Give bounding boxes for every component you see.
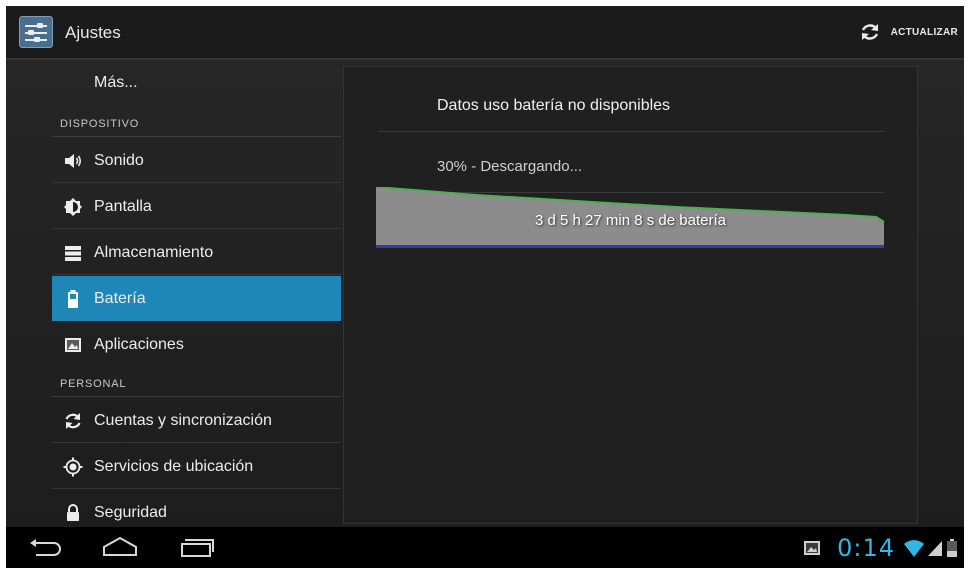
- recent-apps-button[interactable]: [176, 527, 236, 568]
- refresh-button[interactable]: ACTUALIZAR: [859, 18, 958, 46]
- battery-icon: [68, 290, 78, 308]
- system-navigation-bar: 0:14: [6, 527, 964, 568]
- sidebar-item-location[interactable]: Servicios de ubicación: [52, 444, 341, 489]
- section-header-device: DISPOSITIVO: [60, 118, 140, 130]
- sidebar-item-label: Cuentas y sincronización: [94, 412, 272, 429]
- volume-icon: [65, 154, 82, 168]
- settings-sliders-icon[interactable]: [19, 16, 53, 48]
- battery-usage-message: Datos uso batería no disponibles: [437, 97, 671, 114]
- refresh-label: ACTUALIZAR: [890, 26, 958, 38]
- signal-icon: [928, 540, 942, 556]
- status-area[interactable]: 0:14: [803, 527, 958, 568]
- battery-detail-panel: Datos uso batería no disponibles 30% - D…: [343, 66, 918, 524]
- recent-apps-icon: [181, 539, 214, 557]
- sidebar-item-label: Seguridad: [94, 504, 167, 521]
- section-divider: [52, 396, 341, 397]
- sidebar-item-sound[interactable]: Sonido: [52, 138, 341, 183]
- home-icon: [103, 536, 137, 556]
- settings-sidebar: Más... DISPOSITIVO Sonido Pantalla Almac…: [52, 60, 341, 527]
- screen: Ajustes ACTUALIZAR Más... DISPOSITIVO So…: [6, 6, 964, 568]
- clock: 0:14: [837, 533, 895, 562]
- wifi-icon: [904, 539, 924, 557]
- sidebar-item-label: Más...: [94, 74, 138, 91]
- battery-status[interactable]: 30% - Descargando...: [437, 158, 582, 175]
- sidebar-item-label: Pantalla: [94, 198, 152, 215]
- sidebar-item-label: Aplicaciones: [94, 336, 184, 353]
- battery-graph-label: 3 d 5 h 27 min 8 s de batería: [535, 212, 726, 229]
- sidebar-item-apps[interactable]: Aplicaciones: [52, 322, 341, 367]
- sidebar-item-display[interactable]: Pantalla: [52, 184, 341, 229]
- brightness-icon: [64, 198, 82, 216]
- refresh-icon: [861, 24, 878, 40]
- apps-icon: [65, 338, 81, 352]
- section-header-personal: PERSONAL: [60, 378, 127, 390]
- lock-icon: [67, 504, 79, 521]
- battery-status-icon: [947, 538, 957, 557]
- sidebar-item-accounts-sync[interactable]: Cuentas y sincronización: [52, 398, 341, 443]
- gallery-notification-icon: [804, 540, 821, 555]
- app-title: Ajustes: [65, 23, 121, 42]
- storage-icon: [65, 246, 81, 261]
- sidebar-item-label: Batería: [94, 290, 146, 307]
- sidebar-item-storage[interactable]: Almacenamiento: [52, 230, 341, 275]
- sidebar-item-more[interactable]: Más...: [52, 74, 341, 104]
- sidebar-item-label: Sonido: [94, 152, 144, 169]
- location-icon: [63, 457, 83, 477]
- section-divider: [52, 136, 341, 137]
- sidebar-item-battery[interactable]: Batería: [52, 276, 341, 321]
- back-icon: [30, 539, 61, 556]
- back-button[interactable]: [24, 527, 84, 568]
- home-button[interactable]: [98, 527, 158, 568]
- content-area: Más... DISPOSITIVO Sonido Pantalla Almac…: [6, 60, 964, 527]
- sidebar-item-label: Servicios de ubicación: [94, 458, 254, 475]
- divider: [379, 131, 884, 132]
- action-bar: Ajustes ACTUALIZAR: [6, 6, 964, 60]
- sync-icon: [65, 413, 81, 429]
- sidebar-item-label: Almacenamiento: [94, 244, 214, 261]
